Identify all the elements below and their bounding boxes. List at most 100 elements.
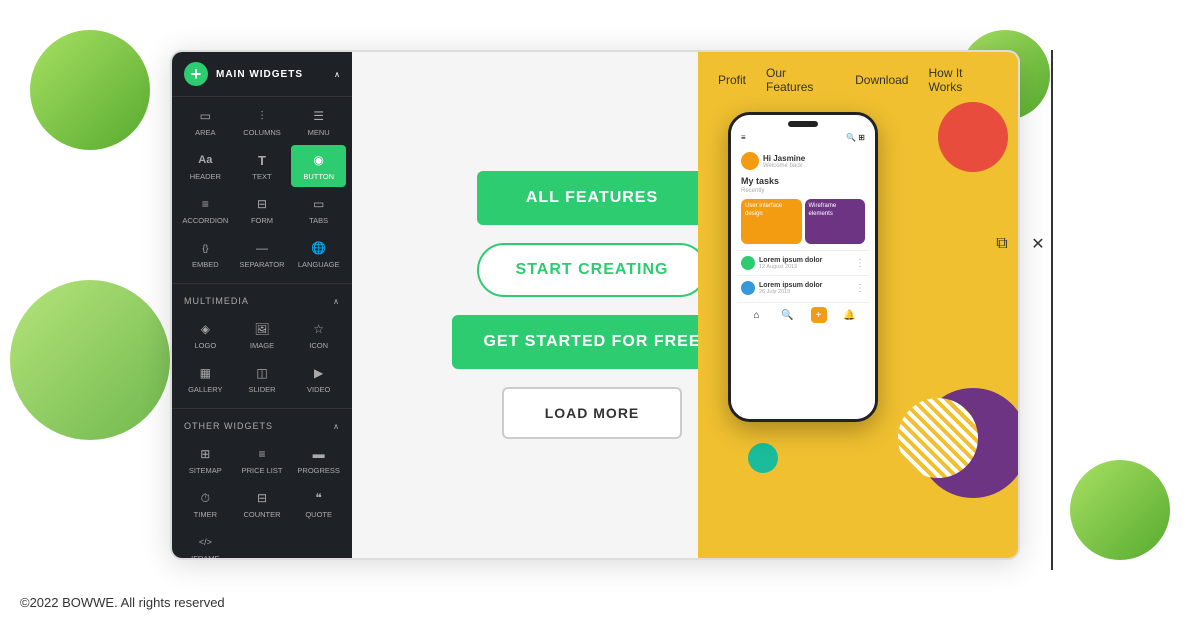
all-features-button[interactable]: ALL FEATURES: [477, 171, 707, 225]
start-creating-button[interactable]: START CREATING: [477, 243, 707, 297]
timer-label: TIMER: [194, 510, 217, 519]
list-text-1: Lorem ipsum dolor 12 August 2019: [759, 257, 851, 270]
widget-area[interactable]: ▭ AREA: [178, 101, 233, 143]
widget-separator[interactable]: — SEPARATOR: [235, 233, 290, 275]
embed-icon: {}: [194, 239, 216, 257]
list-text-2: Lorem ipsum dolor 26 July 2019: [759, 282, 851, 295]
slider-icon: ◫: [251, 364, 273, 382]
close-icon[interactable]: ✕: [1024, 230, 1052, 258]
widget-progress[interactable]: ▬ PROGRESS: [291, 439, 346, 481]
iframe-icon: </>: [194, 533, 216, 551]
phone-recently: Recently: [737, 188, 869, 197]
language-label: LANGUAGE: [298, 260, 340, 269]
widget-timer[interactable]: ⏱ TIMER: [178, 483, 233, 525]
bg-circle-top-left: [30, 30, 150, 150]
phone-card-1: User interface design: [741, 199, 802, 244]
list-dot-1: [741, 256, 755, 270]
icon-icon: ☆: [308, 320, 330, 338]
phone-tasks-title: My tasks: [737, 174, 869, 188]
sitemap-label: SITEMAP: [189, 466, 222, 475]
sidebar: + MAIN WIDGETS ▭ AREA ⫶ COLUMNS ☰ MENU A…: [172, 52, 352, 558]
window-controls: ⧉ ✕: [988, 230, 1052, 258]
other-widgets-title-text: OTHER WIDGETS: [184, 421, 273, 431]
bottom-add: +: [811, 307, 827, 323]
multimedia-title-text: MULTIMEDIA: [184, 296, 249, 306]
list-menu-2: ⋮: [855, 283, 865, 294]
bottom-search: 🔍: [780, 307, 796, 323]
progress-label: PROGRESS: [297, 466, 340, 475]
phone-card-2: Wireframe elements: [805, 199, 866, 244]
shape-teal: [748, 443, 778, 473]
widget-icon-item[interactable]: ☆ ICON: [291, 314, 346, 356]
other-widgets-section-title: OTHER WIDGETS: [172, 413, 352, 435]
phone-bottom-bar: ⌂ 🔍 + 🔔: [737, 302, 869, 327]
multimedia-section-title: MULTIMEDIA: [172, 288, 352, 310]
bg-circle-mid-left: [10, 280, 170, 440]
logo-icon: ◈: [194, 320, 216, 338]
widget-gallery[interactable]: ▦ GALLERY: [178, 358, 233, 400]
widget-logo[interactable]: ◈ LOGO: [178, 314, 233, 356]
widget-embed[interactable]: {} EMBED: [178, 233, 233, 275]
iframe-label: IFRAME: [191, 554, 219, 558]
phone-list-item-2: Lorem ipsum dolor 26 July 2019 ⋮: [737, 275, 869, 300]
widget-tabs[interactable]: ▭ TABS: [291, 189, 346, 231]
widget-slider[interactable]: ◫ SLIDER: [235, 358, 290, 400]
sidebar-header: + MAIN WIDGETS: [172, 52, 352, 97]
widget-image[interactable]: 🖼 IMAGE: [235, 314, 290, 356]
form-icon: ⊟: [251, 195, 273, 213]
area-icon: ▭: [194, 107, 216, 125]
menu-icon: ☰: [308, 107, 330, 125]
nav-download[interactable]: Download: [855, 73, 908, 87]
phone-top-bar: ≡ 🔍 ⊞: [737, 131, 869, 144]
preview-nav: Profit Our Features Download How It Work…: [698, 52, 1018, 108]
copy-icon[interactable]: ⧉: [988, 230, 1016, 258]
get-started-button[interactable]: GET STARTED FOR FREE: [452, 315, 732, 369]
widget-quote[interactable]: ❝ QUOTE: [291, 483, 346, 525]
slider-label: SLIDER: [248, 385, 275, 394]
accordion-label: ACCORDION: [182, 216, 228, 225]
widget-video[interactable]: ▶ VIDEO: [291, 358, 346, 400]
nav-features[interactable]: Our Features: [766, 66, 835, 94]
image-label: IMAGE: [250, 341, 274, 350]
widget-button[interactable]: ◉ BUTTON: [291, 145, 346, 187]
separator-icon: —: [251, 239, 273, 257]
header-label: HEADER: [190, 172, 221, 181]
video-label: VIDEO: [307, 385, 330, 394]
widget-form[interactable]: ⊟ FORM: [235, 189, 290, 231]
bottom-bell: 🔔: [842, 307, 858, 323]
widget-columns[interactable]: ⫶ COLUMNS: [235, 101, 290, 143]
quote-label: QUOTE: [305, 510, 332, 519]
counter-icon: ⊟: [251, 489, 273, 507]
counter-label: COUNTER: [243, 510, 280, 519]
pricelist-icon: ≡: [251, 445, 273, 463]
accordion-icon: ≡: [194, 195, 216, 213]
phone-cards-row: User interface design Wireframe elements: [737, 197, 869, 246]
phone-greeting: Hi Jasmine: [763, 154, 805, 163]
tabs-icon: ▭: [308, 195, 330, 213]
gallery-label: GALLERY: [188, 385, 222, 394]
text-label: TEXT: [252, 172, 271, 181]
widget-counter[interactable]: ⊟ COUNTER: [235, 483, 290, 525]
widget-menu[interactable]: ☰ MENU: [291, 101, 346, 143]
timer-icon: ⏱: [194, 489, 216, 507]
widget-sitemap[interactable]: ⊞ SITEMAP: [178, 439, 233, 481]
gallery-icon: ▦: [194, 364, 216, 382]
widget-iframe[interactable]: </> IFRAME: [178, 527, 233, 558]
load-more-button[interactable]: LOAD MORE: [502, 387, 682, 439]
list-title-2: Lorem ipsum dolor: [759, 282, 851, 289]
nav-how-it-works[interactable]: How It Works: [928, 66, 998, 94]
main-widgets-grid: ▭ AREA ⫶ COLUMNS ☰ MENU Aa HEADER T TEXT…: [172, 97, 352, 279]
add-widget-button[interactable]: +: [184, 62, 208, 86]
shape-stripes: [898, 398, 978, 478]
widget-accordion[interactable]: ≡ ACCORDION: [178, 189, 233, 231]
widget-pricelist[interactable]: ≡ PRICE LIST: [235, 439, 290, 481]
bottom-home: ⌂: [749, 307, 765, 323]
footer: ©2022 BOWWE. All rights reserved: [20, 595, 225, 610]
multimedia-widgets-grid: ◈ LOGO 🖼 IMAGE ☆ ICON ▦ GALLERY ◫ SLIDER…: [172, 310, 352, 404]
widget-language[interactable]: 🌐 LANGUAGE: [291, 233, 346, 275]
browser-window: + MAIN WIDGETS ▭ AREA ⫶ COLUMNS ☰ MENU A…: [170, 50, 1020, 560]
card1-title: User interface design: [745, 203, 798, 219]
nav-profit[interactable]: Profit: [718, 73, 746, 87]
widget-header[interactable]: Aa HEADER: [178, 145, 233, 187]
widget-text[interactable]: T TEXT: [235, 145, 290, 187]
